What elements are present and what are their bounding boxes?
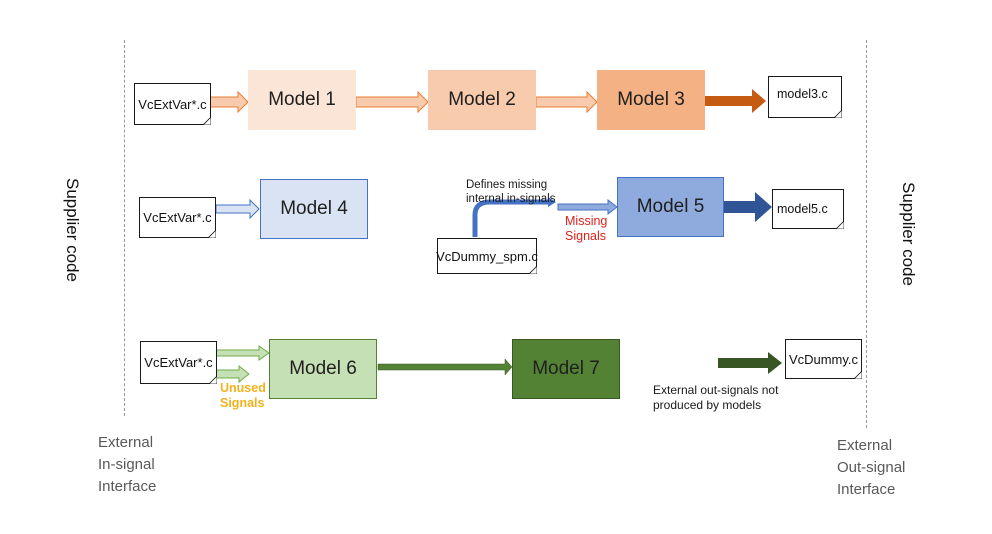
row2-output-file-model5c: model5.c (772, 189, 844, 229)
model-2-box: Model 2 (428, 70, 536, 130)
arrow-model5-to-model5c (723, 192, 772, 222)
external-out-signals-note: External out-signals not produced by mod… (653, 383, 779, 412)
missing-signals-label: Missing Signals (565, 214, 608, 243)
row3-output-file-vcdummy: VcDummy.c (785, 339, 862, 379)
arrow-vcextvar-to-model1 (208, 90, 249, 114)
arrow-model2-to-model3 (535, 90, 598, 114)
row3-input-file-vcextvar: VcExtVar*.c (140, 341, 217, 384)
page-fold-icon (203, 117, 211, 125)
arrow-to-vcdummy (718, 352, 782, 374)
unused-signals-label: Unused Signals (220, 381, 266, 410)
arrow-missing-signals-to-model5 (557, 198, 618, 216)
page-fold-icon (854, 371, 862, 379)
arrow-vcextvar-to-model6 (215, 345, 270, 361)
arrow-vcextvar-to-model4 (215, 198, 260, 220)
row1-input-file-vcextvar: VcExtVar*.c (134, 83, 211, 125)
arrow-model3-to-model3c (704, 89, 766, 113)
page-fold-icon (529, 266, 537, 274)
page-fold-icon (834, 110, 842, 118)
page-fold-icon (836, 221, 844, 229)
dummy-connector-curve (472, 199, 548, 237)
arrow-unused-signals (215, 364, 250, 384)
model-4-box: Model 4 (260, 179, 368, 239)
model-1-box: Model 1 (248, 70, 356, 130)
page-fold-icon (209, 376, 217, 384)
page-fold-icon (208, 230, 216, 238)
row2-input-file-vcextvar: VcExtVar*.c (139, 197, 216, 238)
arrow-model1-to-model2 (355, 90, 429, 114)
model-3-box: Model 3 (597, 70, 705, 130)
arrow-model6-to-model7 (377, 358, 513, 376)
vcdummy-spm-file: VcDummy_spm.c (436, 238, 538, 274)
model-5-box: Model 5 (617, 177, 724, 237)
row1-output-file-model3c: model3.c (768, 76, 842, 118)
model-7-box: Model 7 (512, 339, 620, 399)
dummy-note-text: Defines missing internal in-signals (466, 179, 556, 205)
model-6-box: Model 6 (269, 339, 377, 399)
